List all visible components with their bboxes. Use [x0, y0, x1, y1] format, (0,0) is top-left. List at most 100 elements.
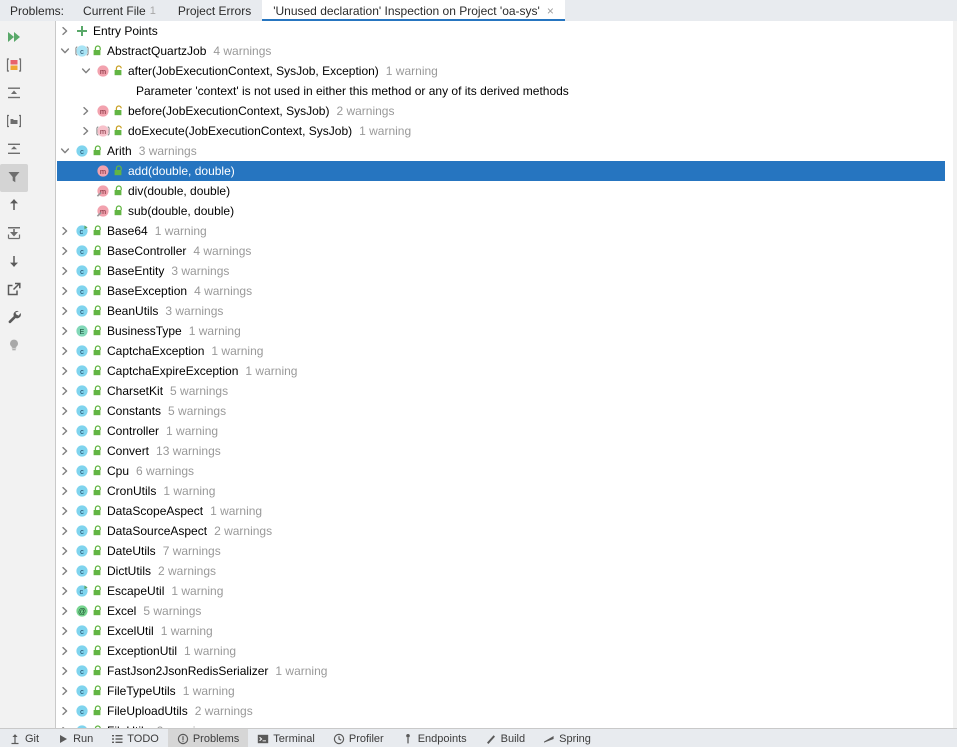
chevron-right-icon[interactable] [57, 566, 73, 576]
expand-all-button[interactable] [0, 80, 28, 108]
tab-2[interactable]: 'Unused declaration' Inspection on Proje… [262, 0, 565, 21]
chevron-right-icon[interactable] [57, 226, 73, 236]
chevron-right-icon[interactable] [57, 686, 73, 696]
tree-row[interactable]: m add(double, double) [57, 161, 945, 181]
chevron-right-icon[interactable] [57, 326, 73, 336]
import-results-button[interactable] [0, 220, 28, 248]
tab-0[interactable]: Current File 1 [72, 0, 167, 21]
tree-row[interactable]: c FileUploadUtils 2 warnings [57, 701, 957, 721]
tree-row[interactable]: m after(JobExecutionContext, SysJob, Exce… [57, 61, 957, 81]
tool-window-endpoints[interactable]: Endpoints [393, 729, 476, 747]
chevron-right-icon[interactable] [57, 26, 73, 36]
chevron-down-icon[interactable] [78, 66, 94, 76]
tree-row[interactable]: c EscapeUtil 1 warning [57, 581, 957, 601]
export-button[interactable] [0, 276, 28, 304]
tree-row[interactable]: c AbstractQuartzJob 4 warnings [57, 41, 957, 61]
chevron-right-icon[interactable] [57, 606, 73, 616]
previous-problem-button[interactable] [0, 192, 28, 220]
tree-row[interactable]: Entry Points [57, 21, 957, 41]
tree-row[interactable]: c FileTypeUtils 1 warning [57, 681, 957, 701]
chevron-right-icon[interactable] [57, 306, 73, 316]
tree-row[interactable]: c CharsetKit 5 warnings [57, 381, 957, 401]
chevron-right-icon[interactable] [57, 426, 73, 436]
settings-button[interactable] [0, 304, 28, 332]
tool-window-git[interactable]: Git [0, 729, 48, 747]
tree-row[interactable]: m before(JobExecutionContext, SysJob) 2 wa… [57, 101, 957, 121]
quick-fix-button[interactable] [0, 332, 28, 360]
tree-row[interactable]: c Base64 1 warning [57, 221, 957, 241]
warning-count: 1 warning [275, 664, 328, 678]
close-icon[interactable]: × [547, 5, 554, 17]
tree-row[interactable]: c ExcelUtil 1 warning [57, 621, 957, 641]
warning-count: 7 warnings [162, 544, 221, 558]
tool-window-problems[interactable]: Problems [167, 729, 249, 747]
tool-window-spring[interactable]: Spring [534, 729, 600, 747]
chevron-right-icon[interactable] [57, 666, 73, 676]
chevron-right-icon[interactable] [57, 346, 73, 356]
collapse-all-button[interactable] [0, 136, 28, 164]
chevron-right-icon[interactable] [57, 546, 73, 556]
chevron-right-icon[interactable] [57, 706, 73, 716]
chevron-right-icon[interactable] [57, 246, 73, 256]
tree-row[interactable]: c CronUtils 1 warning [57, 481, 957, 501]
tree-row[interactable]: c Constants 5 warnings [57, 401, 957, 421]
chevron-right-icon[interactable] [57, 446, 73, 456]
inspection-results-icon [6, 57, 22, 76]
chevron-right-icon[interactable] [57, 486, 73, 496]
tree-row[interactable]: @ Excel 5 warnings [57, 601, 957, 621]
tree-row[interactable]: c DictUtils 2 warnings [57, 561, 957, 581]
tree-row[interactable]: E BusinessType 1 warning [57, 321, 957, 341]
chevron-right-icon[interactable] [57, 366, 73, 376]
chevron-right-icon[interactable] [57, 646, 73, 656]
tree-row[interactable]: c CaptchaException 1 warning [57, 341, 957, 361]
tree-row[interactable]: c Convert 13 warnings [57, 441, 957, 461]
tree-row[interactable]: c DataSourceAspect 2 warnings [57, 521, 957, 541]
svg-text:c: c [80, 147, 84, 156]
chevron-right-icon[interactable] [78, 106, 94, 116]
protected-icon [111, 125, 125, 137]
inspection-results-button[interactable] [0, 52, 28, 80]
tree-row[interactable]: c Controller 1 warning [57, 421, 957, 441]
group-by-directory-button[interactable] [0, 108, 28, 136]
chevron-right-icon[interactable] [57, 406, 73, 416]
tree-row[interactable]: c CaptchaExpireException 1 warning [57, 361, 957, 381]
tree-row[interactable]: c BaseException 4 warnings [57, 281, 957, 301]
problem-description-row[interactable]: Parameter 'context' is not used in eithe… [57, 81, 957, 101]
tool-window-build[interactable]: Build [476, 729, 534, 747]
tree-row[interactable]: c FastJson2JsonRedisSerializer 1 warning [57, 661, 957, 681]
chevron-right-icon[interactable] [57, 466, 73, 476]
tree-row[interactable]: c DataScopeAspect 1 warning [57, 501, 957, 521]
tool-window-run[interactable]: Run [48, 729, 102, 747]
chevron-right-icon[interactable] [57, 286, 73, 296]
tab-1[interactable]: Project Errors [167, 0, 262, 21]
tool-window-todo[interactable]: TODO [102, 729, 168, 747]
tree-row[interactable]: c BaseEntity 3 warnings [57, 261, 957, 281]
chevron-right-icon[interactable] [57, 386, 73, 396]
tool-window-profiler[interactable]: Profiler [324, 729, 393, 747]
tree-row[interactable]: m doExecute(JobExecutionContext, SysJob) 1… [57, 121, 957, 141]
inspection-results-tree[interactable]: Entry Points c AbstractQuartzJob 4 warnings… [57, 21, 957, 728]
tree-row[interactable]: m sub(double, double) [57, 201, 957, 221]
tree-row[interactable]: cFileUtils2 warnings [57, 721, 957, 728]
tree-row[interactable]: c BaseController 4 warnings [57, 241, 957, 261]
chevron-right-icon[interactable] [57, 626, 73, 636]
next-problem-button[interactable] [0, 248, 28, 276]
chevron-right-icon[interactable] [57, 586, 73, 596]
svg-text:c: c [80, 427, 84, 436]
tool-window-terminal[interactable]: Terminal [248, 729, 324, 747]
chevron-right-icon[interactable] [57, 526, 73, 536]
filter-button[interactable] [0, 164, 28, 192]
tree-row[interactable]: c DateUtils 7 warnings [57, 541, 957, 561]
chevron-right-icon[interactable] [57, 506, 73, 516]
rerun-inspection-button[interactable] [0, 24, 28, 52]
tree-row[interactable]: c ExceptionUtil 1 warning [57, 641, 957, 661]
tree-row[interactable]: m div(double, double) [57, 181, 957, 201]
chevron-right-icon[interactable] [57, 266, 73, 276]
svg-text:c: c [80, 487, 84, 496]
chevron-down-icon[interactable] [57, 146, 73, 156]
chevron-down-icon[interactable] [57, 46, 73, 56]
tree-row[interactable]: c Cpu 6 warnings [57, 461, 957, 481]
tree-row[interactable]: c BeanUtils 3 warnings [57, 301, 957, 321]
chevron-right-icon[interactable] [78, 126, 94, 136]
tree-row[interactable]: c Arith 3 warnings [57, 141, 957, 161]
